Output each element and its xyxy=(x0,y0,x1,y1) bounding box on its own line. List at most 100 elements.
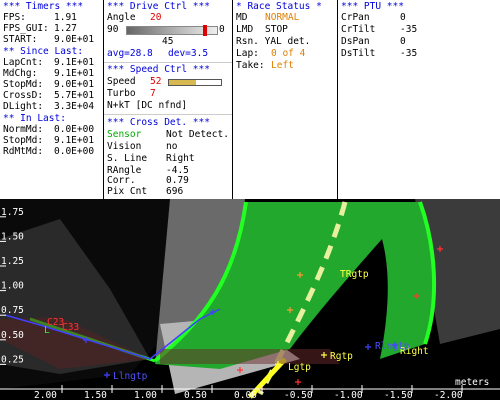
vision-value: no xyxy=(166,141,178,152)
x-tick-label: 1.50 xyxy=(84,390,107,400)
normmd-value: 0.0E+00 xyxy=(54,124,95,135)
angle-gauge xyxy=(126,25,218,36)
y-tick-label: 0.75 xyxy=(1,305,24,316)
fps-gui-label: FPS_GUI: xyxy=(3,23,49,34)
race-panel: * Race Status * MD NORMAL LMD STOP Rsn. … xyxy=(233,0,338,199)
mdchg-label: MdChg: xyxy=(3,68,38,79)
lmd-value: STOP xyxy=(265,24,288,35)
timers-header: *** Timers *** xyxy=(3,1,84,12)
sensor-label: Sensor xyxy=(107,129,142,140)
fps-gui-value: 1.27 xyxy=(54,23,77,34)
fps-label: FPS: xyxy=(3,12,26,23)
x-tick-label: 1.00 xyxy=(134,390,157,400)
lap-label: Lap: xyxy=(236,48,259,59)
stopmd2-label: StopMd: xyxy=(3,135,44,146)
nkt-status: N+kT [DC nfnd] xyxy=(107,100,188,111)
dspan-value: 0 xyxy=(400,36,406,47)
stopmd-value: 9.0E+01 xyxy=(54,79,95,90)
crtilt-label: CrTilt xyxy=(341,24,376,35)
y-tick-label: 1.00 xyxy=(1,281,24,292)
c33-label: C33 xyxy=(62,322,79,333)
x-tick-label: -1.00 xyxy=(334,390,363,400)
race-header: * Race Status * xyxy=(236,1,322,12)
start-label: START: xyxy=(3,34,38,45)
x-unit-label: meters xyxy=(455,377,489,388)
lapcnt-value: 9.1E+01 xyxy=(54,57,95,68)
y-tick-label: 0.25 xyxy=(1,354,24,365)
rlngtp-label: Rlngtp xyxy=(375,341,410,352)
pixcnt-value: 696 xyxy=(166,186,184,197)
ptu-panel: *** PTU *** CrPan 0 CrTilt -35 DsPan 0 D… xyxy=(338,0,500,199)
drive-panel: *** Drive Ctrl *** Angle 20 90 0 45 avg=… xyxy=(104,0,233,199)
avg-value: avg=28.8 xyxy=(107,48,153,59)
pixcnt-label: Pix Cnt xyxy=(107,186,148,197)
lap-value: 0 of 4 xyxy=(271,48,306,59)
stopmd-label: StopMd: xyxy=(3,79,44,90)
speed-bar xyxy=(168,79,222,86)
drive-header: *** Drive Ctrl *** xyxy=(107,1,210,12)
dlight-value: 3.3E+04 xyxy=(54,101,95,112)
cross-header: *** Cross Det. *** xyxy=(107,117,210,128)
since-last-header: ** Since Last: xyxy=(3,46,84,57)
marker-cross xyxy=(295,379,301,385)
dspan-label: DsPan xyxy=(341,36,370,47)
mdchg-value: 9.1E+01 xyxy=(54,68,95,79)
angle-label: Angle xyxy=(107,12,136,23)
x-tick-label: -1.50 xyxy=(384,390,413,400)
sensor-value: Not Detect. xyxy=(166,129,229,140)
x-tick-label: 0.00 xyxy=(234,390,257,400)
track-canvas: 1.75 1.50 1.25 1.00 0.75 0.50 0.25 2.00 1.50 1.0… xyxy=(0,199,500,400)
trgtp-label: TRgtp xyxy=(340,269,369,280)
md-value: NORMAL xyxy=(265,12,300,23)
speed-label: Speed xyxy=(107,76,136,87)
speed-value: 52 xyxy=(150,76,162,87)
rdmtmd-label: RdMtMd: xyxy=(3,146,44,157)
x-tick-label: -0.50 xyxy=(284,390,313,400)
vision-label: Vision xyxy=(107,141,142,152)
stopmd2-value: 9.1E+01 xyxy=(54,135,95,146)
x-axis-ticks: 2.00 1.50 1.00 0.50 0.00 -0.50 -1.00 -1.50 -2.00 xyxy=(34,385,463,400)
dstilt-value: -35 xyxy=(400,48,418,59)
crossd-label: CrossD: xyxy=(3,90,44,101)
turbo-value: 7 xyxy=(150,88,156,99)
dstilt-label: DsTilt xyxy=(341,48,376,59)
rsn-status: Rsn. YAL det. xyxy=(236,36,311,47)
corr-label: Corr. xyxy=(107,175,136,186)
dev-value: dev=3.5 xyxy=(168,48,209,59)
l-label: L xyxy=(44,325,50,336)
y-tick-label: 1.25 xyxy=(1,256,24,267)
turbo-label: Turbo xyxy=(107,88,136,99)
ptu-header: *** PTU *** xyxy=(341,1,404,12)
track-view[interactable]: 1.75 1.50 1.25 1.00 0.75 0.50 0.25 2.00 1.50 1.0… xyxy=(0,199,500,400)
corr-value: 0.79 xyxy=(166,175,189,186)
speed-header: *** Speed Ctrl *** xyxy=(107,64,210,75)
crpan-label: CrPan xyxy=(341,12,370,23)
angle-scale-right: 0 xyxy=(219,24,225,35)
divider xyxy=(104,62,232,63)
start-value: 9.0E+01 xyxy=(54,34,95,45)
lgtp-label: Lgtp xyxy=(288,362,311,373)
y-tick-label: 1.50 xyxy=(1,231,24,242)
rdmtmd-value: 0.0E+00 xyxy=(54,146,95,157)
angle-marker xyxy=(202,25,207,36)
md-label: MD xyxy=(236,12,248,23)
y-tick-label: 0.50 xyxy=(1,330,24,341)
angle-scale-left: 90 xyxy=(107,24,119,35)
crossd-value: 5.7E+01 xyxy=(54,90,95,101)
angle-scale-mid: 45 xyxy=(162,36,174,47)
red-band-lower xyxy=(160,349,340,364)
normmd-label: NormMd: xyxy=(3,124,44,135)
divider xyxy=(104,114,232,115)
timers-panel: *** Timers *** FPS: 1.91 FPS_GUI: 1.27 S… xyxy=(0,0,104,199)
speed-bar-fill xyxy=(169,80,197,85)
x-tick-label: 0.50 xyxy=(184,390,207,400)
marker-cross xyxy=(365,344,371,350)
take-label: Take: xyxy=(236,60,265,71)
llngtp-label: Llngtp xyxy=(113,371,148,382)
crtilt-value: -35 xyxy=(400,24,418,35)
lapcnt-label: LapCnt: xyxy=(3,57,44,68)
crpan-value: 0 xyxy=(400,12,406,23)
x-tick-label: -2.00 xyxy=(434,390,463,400)
lmd-label: LMD xyxy=(236,24,254,35)
take-value: Left xyxy=(271,60,294,71)
